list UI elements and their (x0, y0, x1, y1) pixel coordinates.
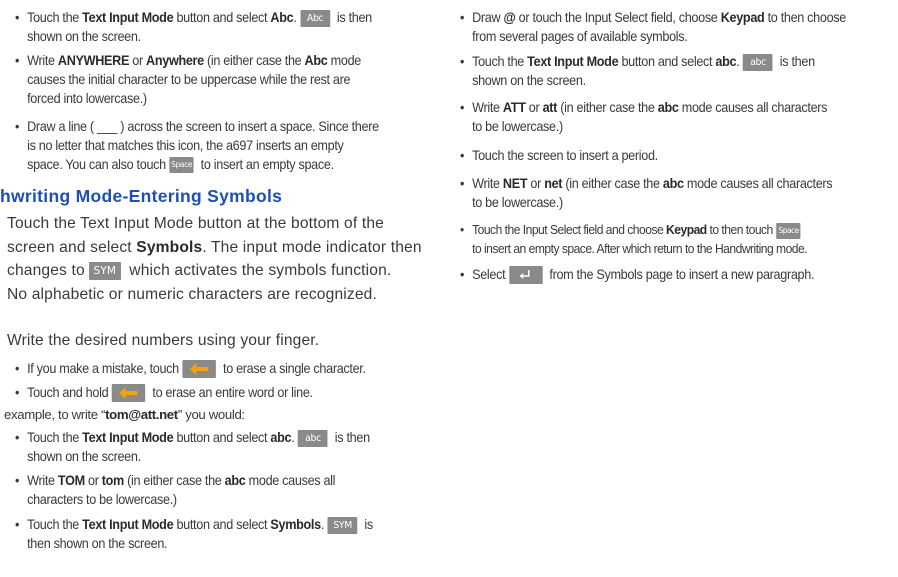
abc-mode-chip: abc (298, 429, 328, 447)
sym-mode-chip: SYM (327, 516, 358, 534)
list-item: • Touch the Text Input Mode button and se… (460, 53, 815, 88)
list-item: • Write NET or net (in either case the ab… (460, 176, 833, 210)
sym-mode-chip: SYM (88, 261, 121, 280)
list-item: • Touch the Text Input Mode button and se… (15, 429, 370, 464)
paragraph: Write the desired numbers using your fin… (7, 332, 320, 349)
list-item: • Write ANYWHERE or Anywhere (in either c… (15, 53, 361, 106)
list-item: • Write ATT or att (in either case the ab… (460, 100, 828, 134)
list-item: • Touch the Text Input Mode button and se… (15, 9, 372, 44)
list-item: • Touch the Input Select field and choose… (460, 222, 808, 256)
space-key-chip: Space (169, 157, 194, 174)
enter-return-icon (508, 266, 543, 285)
paragraph: example, to write “tom@att.net” you woul… (4, 407, 245, 422)
backspace-arrow-icon (182, 360, 217, 379)
paragraph: Touch the Text Input Mode button at the … (7, 215, 422, 303)
list-item: • Touch the screen to insert a period. (460, 148, 658, 163)
space-key-chip: Space (776, 222, 801, 239)
list-item: • Select from the Symbols page to insert … (460, 265, 814, 285)
list-item: • Touch and hold to erase an entire word … (15, 383, 313, 403)
list-item: • Touch the Text Input Mode button and se… (15, 516, 373, 551)
list-item: • Write TOM or tom (in either case the ab… (15, 473, 336, 507)
abc-mode-chip: abc (743, 53, 773, 71)
section-heading: hwriting Mode-Entering Symbols (0, 186, 283, 206)
backspace-arrow-icon (112, 384, 146, 403)
list-item: • Draw a line ( ___ ) across the screen t… (15, 119, 379, 174)
abc-mode-chip: Abc (300, 9, 331, 27)
list-item: • Draw @ or touch the Input Select field,… (460, 10, 847, 44)
list-item: • If you make a mistake, touch to erase a… (15, 359, 366, 379)
